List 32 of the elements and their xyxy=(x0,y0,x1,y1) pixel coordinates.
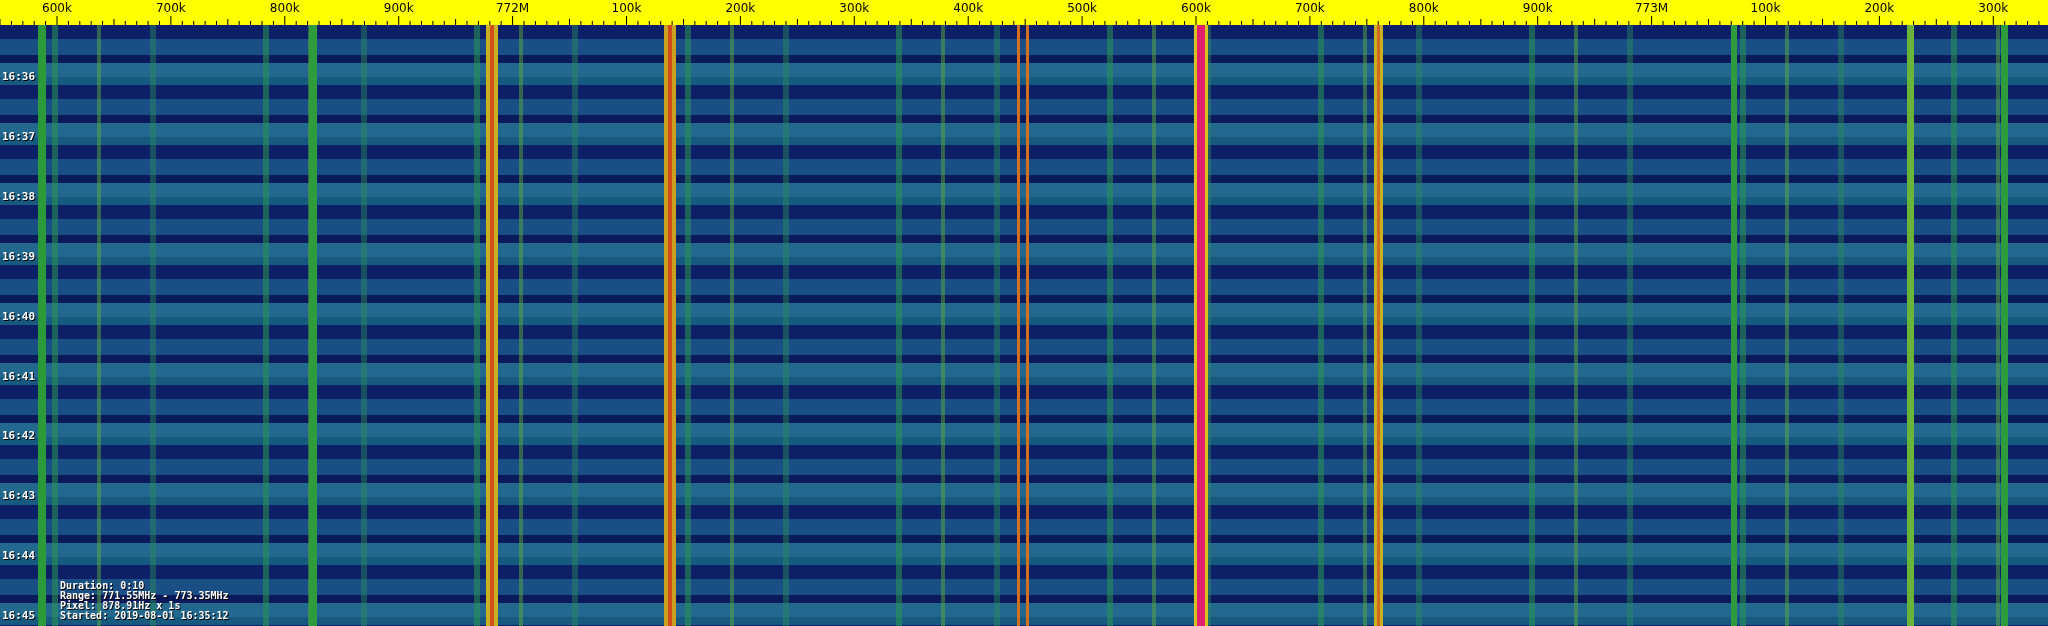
frequency-label: 200k xyxy=(1864,2,1895,15)
info-text: Duration: 0:10 xyxy=(60,581,146,591)
frequency-label: 600k xyxy=(42,2,72,15)
frequency-label: 700k xyxy=(155,2,186,15)
frequency-label: 300k xyxy=(1978,2,2009,15)
time-label: 16:36 xyxy=(2,71,36,83)
frequency-label: 300k xyxy=(839,2,870,15)
time-label: 16:45 xyxy=(2,610,36,623)
frequency-label: 200k xyxy=(725,2,756,15)
time-label: 16:41 xyxy=(2,370,36,383)
time-label: 16:39 xyxy=(2,250,36,263)
frequency-label: 800k xyxy=(1408,2,1439,15)
frequency-label: 772M xyxy=(495,2,530,15)
time-label: 16:42 xyxy=(2,430,36,443)
frequency-label: 500k xyxy=(1067,2,1097,15)
info-text: Range: 771.55MHz - 773.35MHz xyxy=(60,591,229,601)
info-text: Started: 2019-08-01 16:35:12 xyxy=(60,611,229,621)
frequency-label: 600k xyxy=(1181,2,1211,15)
info-text: Pixel: 878.91Hz x 1s xyxy=(60,601,182,611)
frequency-label: 700k xyxy=(1294,2,1325,15)
time-label: 16:43 xyxy=(2,490,36,503)
time-label: 16:40 xyxy=(2,310,36,323)
frequency-label: 800k xyxy=(269,2,300,15)
time-label: 16:37 xyxy=(2,130,36,143)
frequency-label: 773M xyxy=(1634,2,1669,15)
frequency-label: 900k xyxy=(1522,2,1553,15)
time-label: 16:38 xyxy=(2,190,36,203)
frequency-label: 400k xyxy=(953,2,984,15)
frequency-label: 100k xyxy=(611,2,642,15)
frequency-label: 100k xyxy=(1750,2,1781,15)
frequency-label: 900k xyxy=(383,2,414,15)
time-label: 16:44 xyxy=(2,550,36,563)
